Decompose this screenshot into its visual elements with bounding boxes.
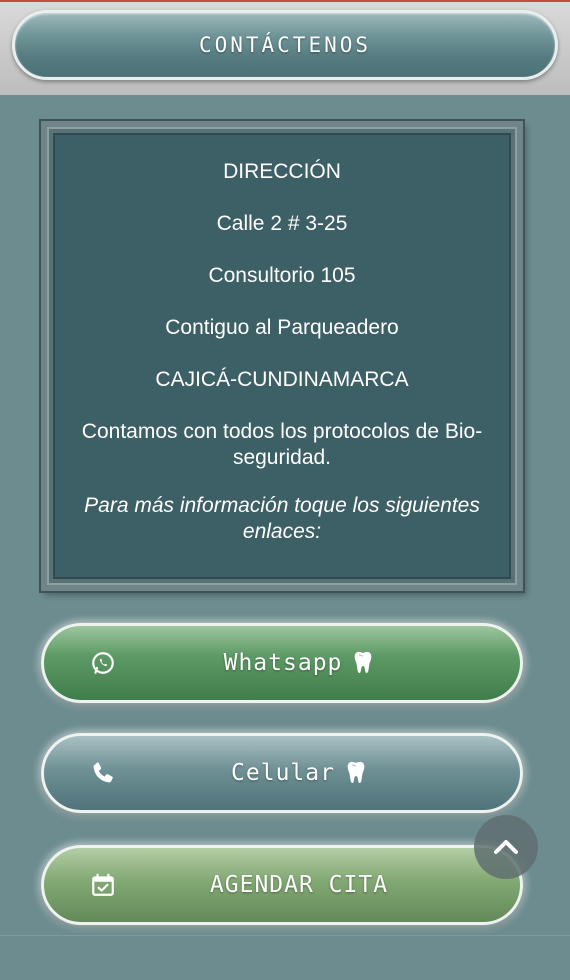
top-header-bar: CONTÁCTENOS — [0, 0, 570, 95]
agendar-cita-button[interactable]: AGENDAR CITA — [41, 845, 523, 925]
location-note: Contiguo al Parqueadero — [165, 316, 399, 339]
address-info-panel: DIRECCIÓN Calle 2 # 3-25 Consultorio 105… — [41, 121, 523, 591]
celular-button-label: Celular — [231, 760, 335, 786]
whatsapp-button[interactable]: Whatsapp — [41, 623, 523, 703]
address-heading: DIRECCIÓN — [223, 160, 341, 183]
city-region: CAJICÁ-CUNDINAMARCA — [155, 368, 409, 391]
bottom-strip — [0, 935, 570, 980]
whatsapp-icon — [92, 652, 114, 674]
whatsapp-button-label: Whatsapp — [223, 650, 343, 676]
page-title: CONTÁCTENOS — [198, 33, 372, 57]
address-info-content: DIRECCIÓN Calle 2 # 3-25 Consultorio 105… — [53, 133, 511, 579]
scroll-to-top-button[interactable] — [474, 815, 538, 879]
tooth-icon — [355, 651, 372, 673]
tooth-icon — [347, 761, 365, 783]
biosecurity-note: Contamos con todos los protocolos de Bio… — [81, 420, 483, 469]
street-address: Calle 2 # 3-25 — [216, 212, 348, 235]
calendar-check-icon — [92, 873, 114, 896]
celular-button[interactable]: Celular — [41, 733, 523, 813]
phone-icon — [93, 762, 113, 783]
office-number: Consultorio 105 — [208, 264, 356, 287]
chevron-up-icon — [494, 840, 518, 854]
agendar-cita-button-label: AGENDAR CITA — [209, 872, 389, 898]
links-instruction: Para más información toque los siguiente… — [84, 494, 480, 543]
contact-header-pill: CONTÁCTENOS — [12, 10, 558, 80]
